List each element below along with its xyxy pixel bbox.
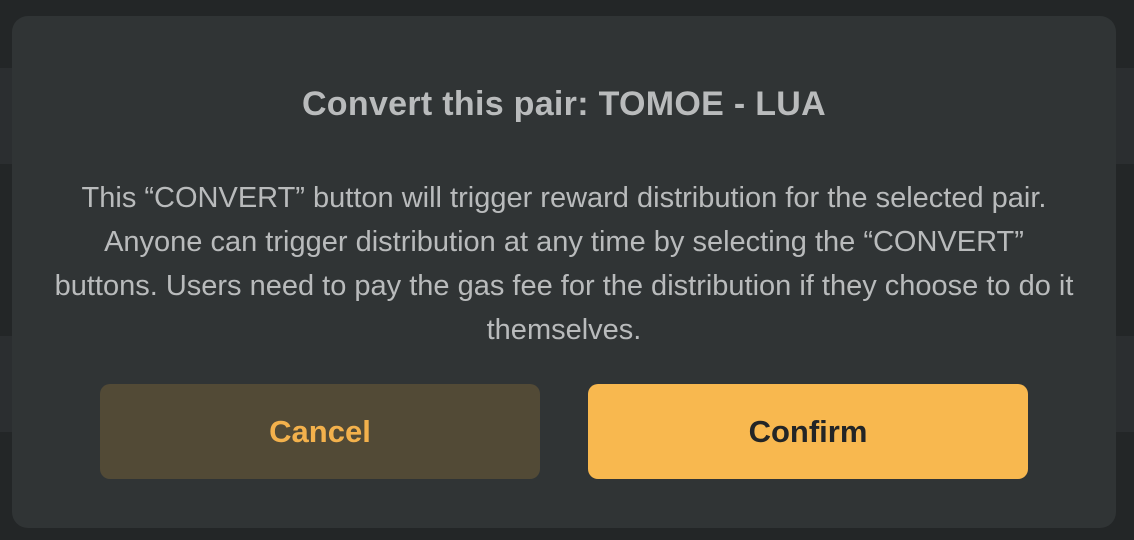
convert-dialog: Convert this pair: TOMOE - LUA This “CON… <box>12 16 1116 528</box>
cancel-button-label: Cancel <box>269 413 371 449</box>
dialog-title: Convert this pair: TOMOE - LUA <box>301 85 827 123</box>
dialog-message: This “CONVERT” button will trigger rewar… <box>54 182 1074 346</box>
confirm-button[interactable]: Confirm <box>588 384 1028 479</box>
cancel-button[interactable]: Cancel <box>100 384 540 479</box>
confirm-button-label: Confirm <box>748 413 868 449</box>
